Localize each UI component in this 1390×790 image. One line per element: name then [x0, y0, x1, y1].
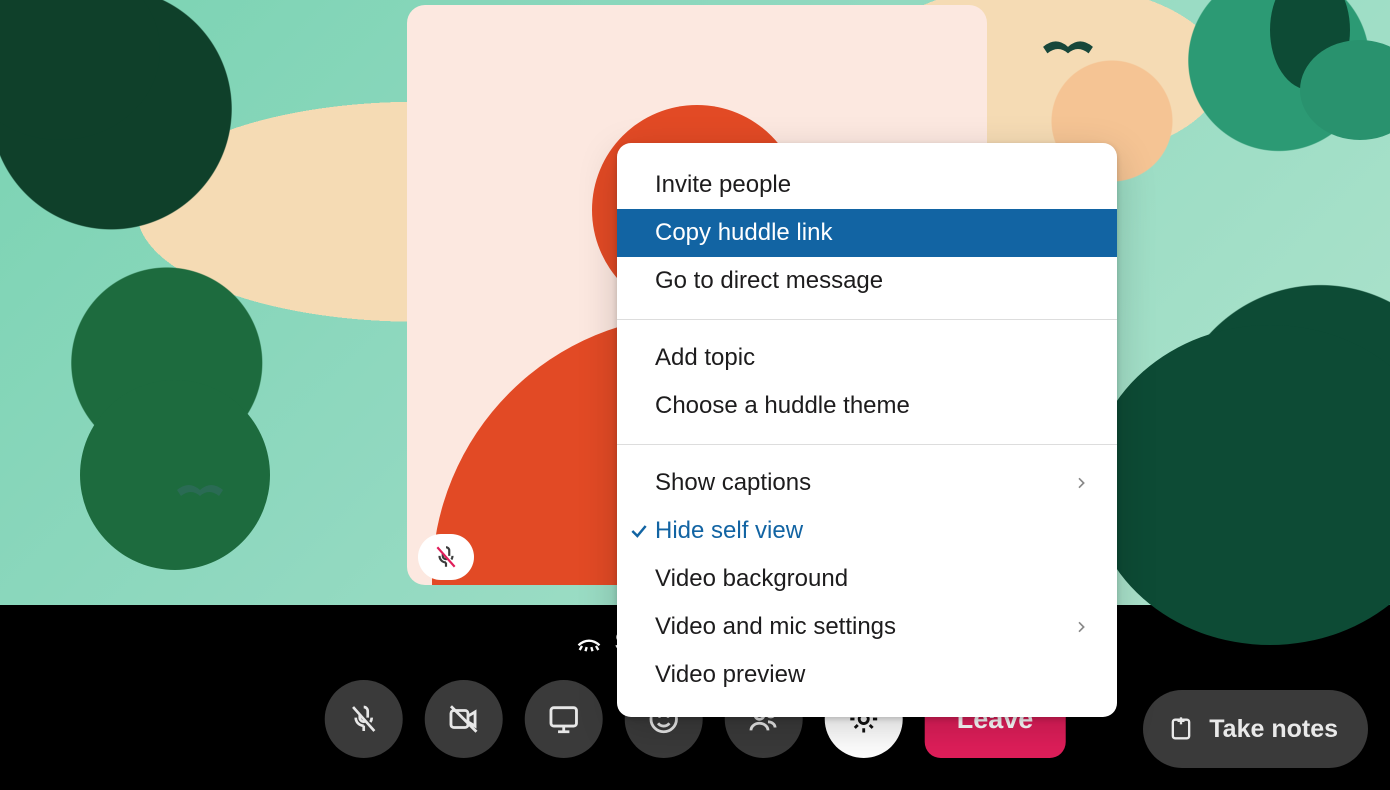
menu-item-label: Video background [655, 565, 848, 593]
video-toggle-button[interactable] [425, 680, 503, 758]
menu-item-label: Go to direct message [655, 267, 883, 295]
mic-off-icon [348, 703, 380, 735]
mic-toggle-button[interactable] [325, 680, 403, 758]
menu-item-label: Show captions [655, 469, 811, 497]
menu-item-label: Invite people [655, 171, 791, 199]
menu-item-label: Video preview [655, 661, 805, 689]
camera-off-icon [447, 702, 481, 736]
menu-item-label: Copy huddle link [655, 219, 832, 247]
menu-item-label: Add topic [655, 344, 755, 372]
chevron-right-icon [1073, 619, 1089, 635]
menu-item-go-to-dm[interactable]: Go to direct message [617, 257, 1117, 305]
menu-item-copy-huddle-link[interactable]: Copy huddle link [617, 209, 1117, 257]
take-notes-label: Take notes [1209, 715, 1338, 744]
menu-item-label: Video and mic settings [655, 613, 896, 641]
screen-icon [547, 702, 581, 736]
menu-item-video-background[interactable]: Video background [617, 555, 1117, 603]
menu-divider [617, 444, 1117, 445]
mic-off-icon [433, 543, 459, 571]
menu-item-label: Choose a huddle theme [655, 392, 910, 420]
tile-mic-muted-badge [418, 534, 474, 580]
menu-item-invite-people[interactable]: Invite people [617, 161, 1117, 209]
check-icon [629, 521, 649, 541]
notes-icon [1167, 715, 1195, 743]
menu-item-video-preview[interactable]: Video preview [617, 651, 1117, 699]
eye-off-icon [575, 629, 603, 657]
chevron-right-icon [1073, 475, 1089, 491]
take-notes-button[interactable]: Take notes [1143, 690, 1368, 768]
settings-context-menu: Invite people Copy huddle link Go to dir… [617, 143, 1117, 717]
share-screen-button[interactable] [525, 680, 603, 758]
menu-divider [617, 319, 1117, 320]
menu-item-hide-self-view[interactable]: Hide self view [617, 507, 1117, 555]
menu-item-add-topic[interactable]: Add topic [617, 334, 1117, 382]
menu-item-video-mic-settings[interactable]: Video and mic settings [617, 603, 1117, 651]
menu-item-label: Hide self view [655, 517, 803, 545]
menu-item-show-captions[interactable]: Show captions [617, 459, 1117, 507]
menu-item-choose-theme[interactable]: Choose a huddle theme [617, 382, 1117, 430]
